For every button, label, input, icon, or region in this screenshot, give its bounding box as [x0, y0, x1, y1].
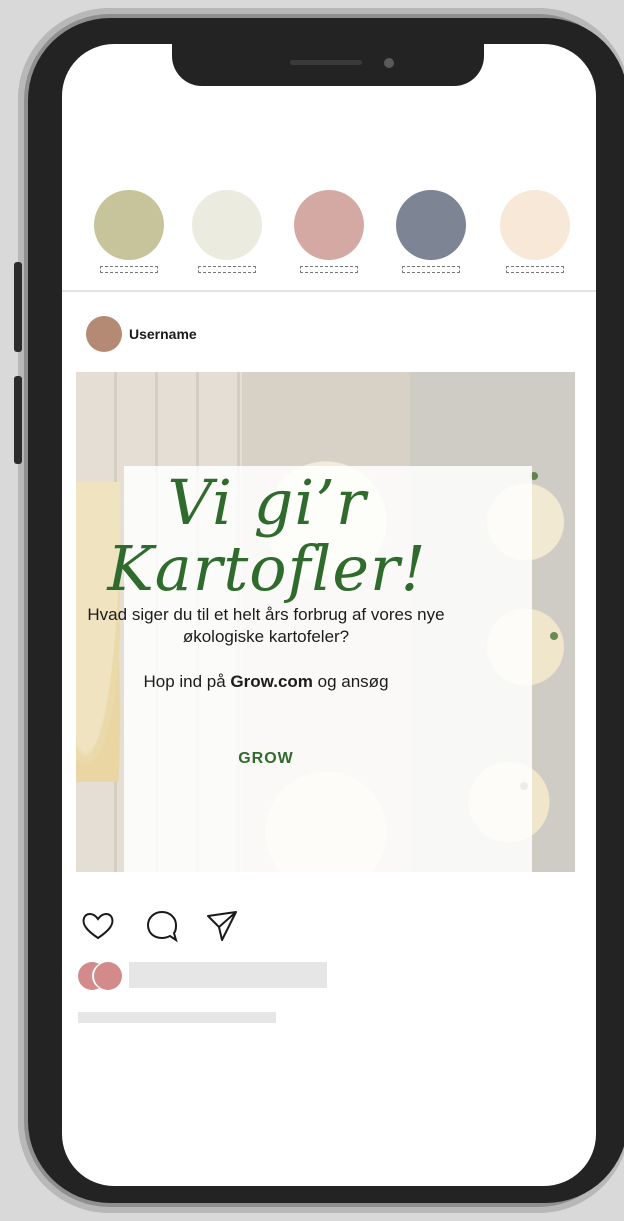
story-avatar: [94, 190, 164, 260]
username[interactable]: Username: [129, 326, 197, 342]
phone-notch: [172, 44, 484, 86]
story-label-placeholder: [300, 266, 358, 273]
story-label-placeholder: [198, 266, 256, 273]
story-avatar: [192, 190, 262, 260]
brand-logo: GROW: [238, 750, 294, 767]
story-item[interactable]: [94, 190, 164, 273]
user-avatar[interactable]: [86, 316, 122, 352]
post-headline: Vi gi’r Kartofler!: [0, 470, 534, 602]
stories-row: [62, 190, 596, 280]
herb-garnish: [550, 632, 558, 640]
story-item[interactable]: [294, 190, 364, 273]
post-body-text: Hvad siger du til et helt års forbrug af…: [87, 605, 445, 646]
story-item[interactable]: [500, 190, 570, 273]
story-label-placeholder: [100, 266, 158, 273]
cta-suffix: og ansøg: [312, 672, 389, 691]
volume-down-button: [14, 376, 22, 464]
story-item[interactable]: [192, 190, 262, 273]
stories-divider: [62, 290, 596, 292]
story-avatar: [396, 190, 466, 260]
headline-line-1: Vi gi’r: [167, 466, 367, 539]
story-item[interactable]: [396, 190, 466, 273]
camera-icon: [384, 58, 394, 68]
phone-speaker: [290, 60, 362, 65]
story-avatar: [500, 190, 570, 260]
volume-up-button: [14, 262, 22, 352]
post-cta: Hop ind på Grow.com og ansøg: [62, 672, 470, 692]
cta-link[interactable]: Grow.com: [230, 672, 313, 691]
story-label-placeholder: [506, 266, 564, 273]
story-label-placeholder: [402, 266, 460, 273]
cta-prefix: Hop ind på: [143, 672, 231, 691]
story-avatar: [294, 190, 364, 260]
headline-line-2: Kartofler!: [107, 532, 427, 605]
